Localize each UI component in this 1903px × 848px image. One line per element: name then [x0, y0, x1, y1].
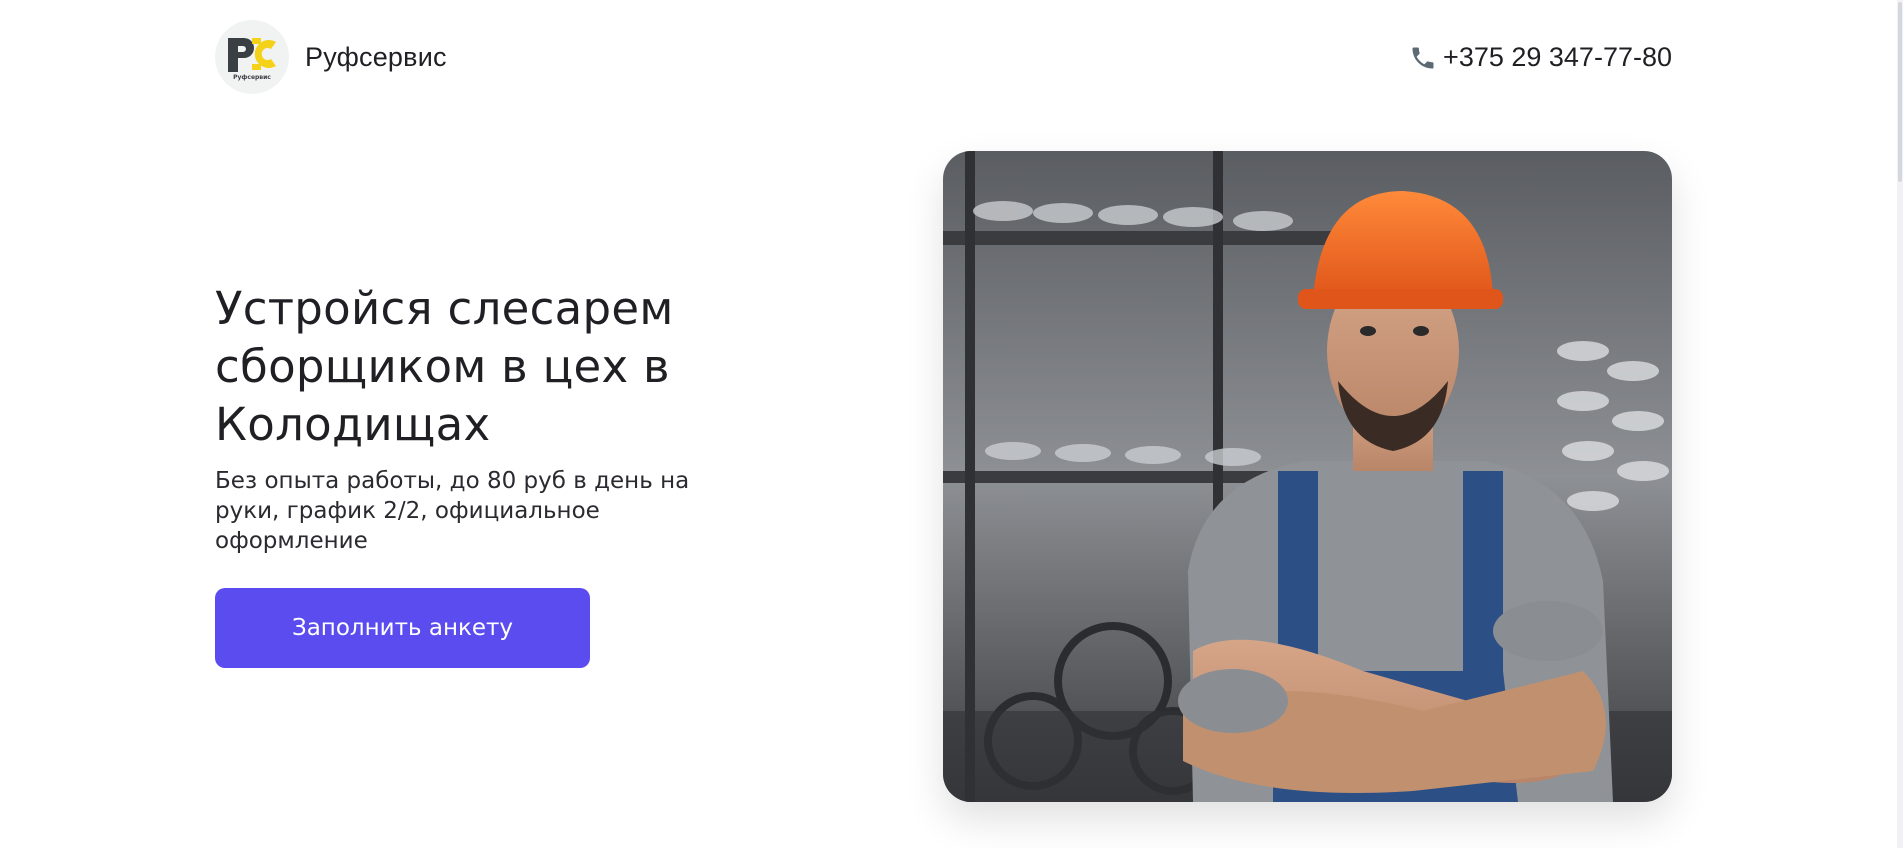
phone-link[interactable]: +375 29 347-77-80 [1409, 42, 1672, 73]
phone-icon [1409, 44, 1437, 72]
brand-logo[interactable]: Руфсервис Руфсервис [215, 20, 447, 94]
rs-logo-icon: Руфсервис [215, 20, 289, 94]
scrollbar-thumb[interactable] [1898, 2, 1902, 182]
hero-subtitle: Без опыта работы, до 80 руб в день на ру… [215, 468, 690, 554]
brand-name: Руфсервис [305, 41, 447, 72]
site-header: Руфсервис Руфсервис +375 29 347-77-80 [215, 20, 1672, 96]
hero-title: Устройся слесарем сборщиком в цех в Коло… [215, 282, 674, 451]
fill-form-button[interactable]: Заполнить анкету [215, 588, 590, 668]
svg-text:Руфсервис: Руфсервис [233, 74, 271, 81]
hero-photo [943, 151, 1672, 802]
phone-number: +375 29 347-77-80 [1443, 42, 1672, 72]
hero-section: Устройся слесарем сборщиком в цех в Коло… [215, 280, 775, 668]
page-scrollbar[interactable] [1897, 0, 1903, 848]
